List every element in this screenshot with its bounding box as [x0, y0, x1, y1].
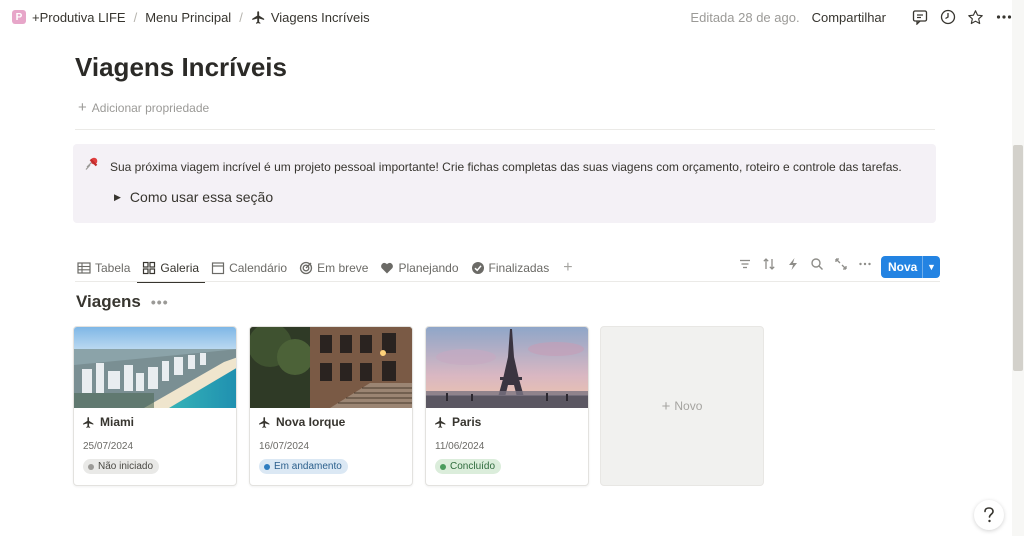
breadcrumb-workspace[interactable]: +Produtiva LIFE: [32, 10, 126, 25]
card-title: Miami: [82, 415, 134, 429]
status-badge: Em andamento: [259, 459, 348, 474]
cover-image-eiffel-tower: [426, 327, 588, 408]
help-button[interactable]: [974, 500, 1004, 530]
card-title-text: Paris: [452, 415, 482, 429]
status-label: Em andamento: [274, 461, 342, 472]
toggle-label: Como usar essa seção: [129, 189, 274, 205]
tabs-divider: [75, 281, 940, 282]
card-title: Paris: [434, 415, 481, 429]
topbar: P +Produtiva LIFE / Menu Principal / Via…: [0, 0, 1024, 34]
status-badge: Concluído: [435, 459, 502, 474]
plus-icon: +: [78, 99, 87, 116]
status-label: Concluído: [450, 461, 496, 472]
check-circle-icon: [471, 261, 484, 274]
view-tabs: Tabela Galeria Calendário Em breve Plane…: [77, 253, 573, 283]
new-button[interactable]: Nova ▼: [881, 256, 940, 278]
breadcrumb: P +Produtiva LIFE / Menu Principal / Via…: [0, 10, 370, 25]
tab-tabela[interactable]: Tabela: [77, 253, 130, 282]
tab-calendario[interactable]: Calendário: [211, 253, 287, 282]
tab-label: Tabela: [95, 260, 131, 275]
status-dot: [88, 463, 94, 470]
share-button[interactable]: Compartilhar: [812, 10, 886, 25]
calendar-icon: [211, 261, 225, 274]
new-card-button[interactable]: + Novo: [600, 326, 764, 486]
status-dot: [264, 463, 270, 470]
cover-image-miami-beach: [74, 327, 236, 408]
gallery-icon: [143, 261, 156, 274]
card-title-text: Miami: [100, 415, 135, 429]
divider: [75, 129, 935, 130]
triangle-right-icon[interactable]: ▶: [114, 192, 121, 203]
pushpin-icon: [84, 156, 100, 172]
chevron-down-icon[interactable]: ▼: [922, 256, 940, 278]
target-icon: [299, 261, 313, 274]
airplane-icon: [251, 10, 266, 25]
tab-label: Calendário: [229, 260, 288, 275]
status-label: Não iniciado: [98, 461, 154, 472]
expand-icon[interactable]: [833, 256, 849, 272]
plus-icon: +: [661, 397, 671, 415]
card-date: 25/07/2024: [83, 441, 134, 452]
new-button-label[interactable]: Nova: [881, 260, 922, 274]
table-icon: [77, 261, 91, 274]
toggle-how-to-use[interactable]: ▶ Como usar essa seção: [114, 189, 273, 205]
card-title: Nova Iorque: [258, 415, 345, 429]
gallery-card-paris[interactable]: Paris 11/06/2024 Concluído: [425, 326, 589, 486]
workspace-icon[interactable]: P: [12, 10, 26, 24]
clock-icon[interactable]: [939, 9, 956, 26]
card-date: 16/07/2024: [259, 441, 310, 452]
breadcrumb-separator: /: [133, 9, 138, 25]
tab-em-breve[interactable]: Em breve: [299, 253, 368, 282]
card-title-text: Nova Iorque: [276, 415, 346, 429]
card-date: 11/06/2024: [435, 441, 485, 452]
tab-label: Em breve: [317, 260, 369, 275]
breadcrumb-current[interactable]: Viagens Incríveis: [271, 10, 370, 25]
add-view-button[interactable]: +: [563, 259, 572, 277]
callout-block: [73, 144, 936, 223]
page-title[interactable]: Viagens Incríveis: [75, 52, 287, 83]
comment-icon[interactable]: [911, 9, 928, 26]
tab-planejando[interactable]: Planejando: [380, 253, 459, 282]
tab-label: Planejando: [398, 260, 459, 275]
more-icon[interactable]: [857, 256, 873, 272]
new-card-label: Novo: [674, 399, 703, 413]
breadcrumb-menu[interactable]: Menu Principal: [145, 10, 231, 25]
header-actions: Editada 28 de ago. Compartilhar: [690, 9, 1024, 26]
tab-finalizadas[interactable]: Finalizadas: [471, 253, 550, 282]
add-property-label: Adicionar propriedade: [91, 100, 210, 115]
search-icon[interactable]: [809, 256, 825, 272]
automation-icon[interactable]: [785, 256, 801, 272]
filter-icon[interactable]: [737, 256, 753, 272]
status-badge: Não iniciado: [83, 459, 160, 474]
gallery-title-label[interactable]: Viagens: [76, 292, 141, 312]
question-icon: [984, 507, 994, 523]
view-toolbar: [737, 256, 881, 272]
airplane-icon: [83, 416, 94, 428]
callout-text: Sua próxima viagem incrível é um projeto…: [110, 160, 902, 174]
gallery-card-nova-iorque[interactable]: Nova Iorque 16/07/2024 Em andamento: [249, 326, 413, 486]
tab-label: Galeria: [160, 260, 200, 275]
airplane-icon: [435, 416, 446, 428]
scrollbar-thumb[interactable]: [1013, 145, 1023, 371]
star-icon[interactable]: [967, 9, 984, 26]
airplane-icon: [259, 416, 270, 428]
gallery-card-miami[interactable]: Miami 25/07/2024 Não iniciado: [73, 326, 237, 486]
more-icon[interactable]: •••: [151, 294, 169, 310]
gallery-title: Viagens •••: [76, 292, 169, 312]
sort-icon[interactable]: [761, 256, 777, 272]
edited-timestamp: Editada 28 de ago.: [690, 9, 800, 25]
more-icon[interactable]: [995, 9, 1012, 26]
breadcrumb-separator: /: [239, 9, 243, 25]
status-dot: [440, 463, 446, 470]
add-property-button[interactable]: + Adicionar propriedade: [78, 99, 209, 116]
tab-label: Finalizadas: [488, 260, 550, 275]
tab-galeria[interactable]: Galeria: [137, 253, 205, 283]
heart-icon: [381, 262, 394, 273]
cover-image-new-york-street: [250, 327, 412, 408]
